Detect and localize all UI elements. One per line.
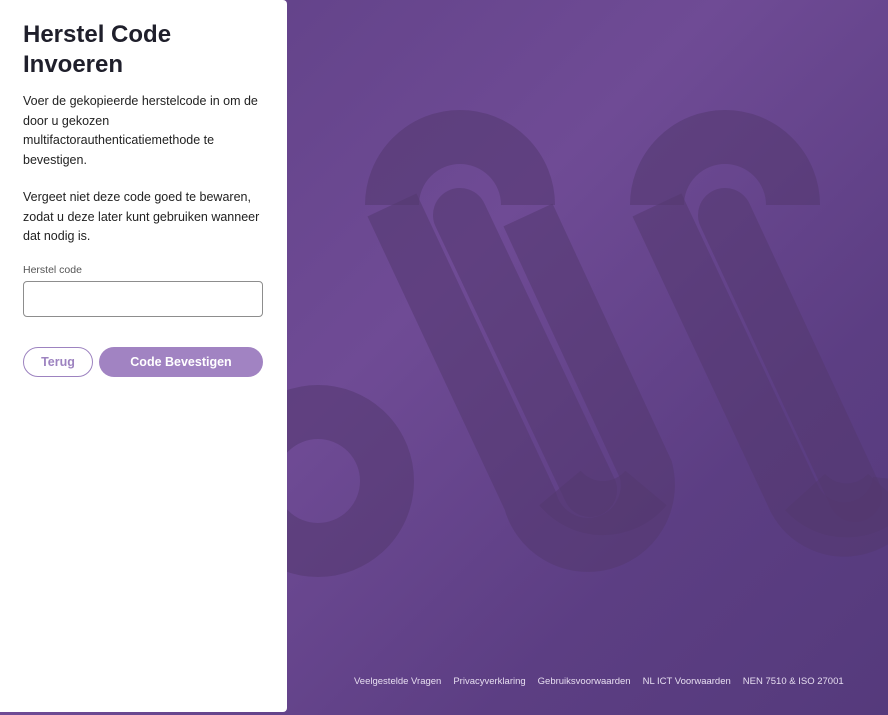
footer-link-certification[interactable]: NEN 7510 & ISO 27001 [743, 676, 844, 687]
confirm-code-button[interactable]: Code Bevestigen [99, 346, 263, 377]
footer-link-privacy[interactable]: Privacyverklaring [453, 676, 525, 687]
footer-link-terms[interactable]: Gebruiksvoorwaarden [538, 676, 631, 687]
save-reminder-text: Vergeet niet deze code goed te bewaren, … [23, 190, 260, 243]
footer-link-faq[interactable]: Veelgestelde Vragen [354, 676, 441, 687]
back-button[interactable]: Terug [23, 346, 93, 377]
instruction-text: Voer de gekopieerde herstelcode in om de… [23, 94, 258, 167]
login-page: Herstel Code Invoeren Voer de gekopieerd… [0, 0, 888, 715]
page-title: Herstel Code Invoeren [23, 21, 172, 78]
recovery-code-panel: Herstel Code Invoeren Voer de gekopieerd… [0, 0, 287, 712]
recovery-code-label: Herstel code [23, 263, 82, 276]
footer-link-nl-ict[interactable]: NL ICT Voorwaarden [643, 676, 731, 687]
recovery-code-input[interactable] [23, 280, 263, 317]
footer-links: Veelgestelde Vragen Privacyverklaring Ge… [354, 676, 844, 687]
form-actions: Terug Code Bevestigen [23, 346, 264, 377]
